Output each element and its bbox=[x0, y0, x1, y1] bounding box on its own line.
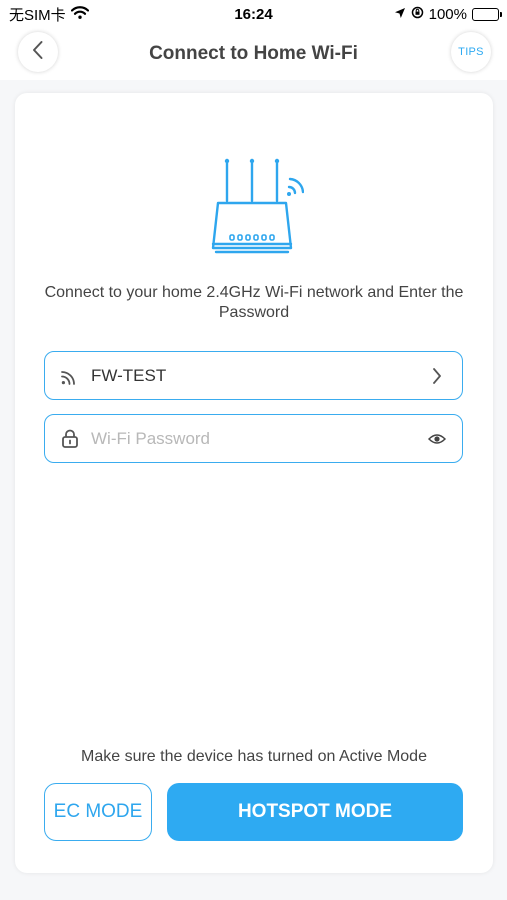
status-left: 无SIM卡 bbox=[9, 4, 89, 25]
battery-icon bbox=[472, 7, 502, 21]
lock-icon bbox=[59, 428, 81, 450]
ec-mode-button[interactable]: EC MODE bbox=[44, 783, 152, 841]
rotation-lock-icon bbox=[411, 6, 424, 23]
active-mode-note: Make sure the device has turned on Activ… bbox=[81, 748, 427, 765]
location-arrow-icon bbox=[394, 6, 406, 23]
hotspot-mode-button[interactable]: HOTSPOT MODE bbox=[167, 783, 463, 841]
header: Connect to Home Wi-Fi TIPS bbox=[0, 28, 507, 80]
back-button[interactable] bbox=[18, 32, 58, 72]
password-field bbox=[44, 414, 463, 463]
chevron-right-icon bbox=[426, 365, 448, 387]
status-right: 100% bbox=[394, 5, 502, 23]
back-chevron-icon bbox=[31, 40, 45, 65]
instruction-text: Connect to your home 2.4GHz Wi-Fi networ… bbox=[44, 284, 464, 321]
status-bar: 无SIM卡 16:24 100% bbox=[0, 0, 507, 28]
wifi-icon bbox=[59, 365, 81, 387]
wifi-network-selector[interactable]: FW-TEST bbox=[44, 351, 463, 400]
password-input[interactable] bbox=[91, 428, 426, 449]
page-title: Connect to Home Wi-Fi bbox=[149, 43, 358, 64]
eye-icon[interactable] bbox=[426, 428, 448, 450]
router-icon bbox=[204, 153, 305, 263]
main-card: Connect to your home 2.4GHz Wi-Fi networ… bbox=[15, 93, 493, 873]
carrier-label: 无SIM卡 bbox=[9, 6, 66, 24]
battery-percent: 100% bbox=[428, 5, 467, 23]
ssid-value: FW-TEST bbox=[91, 365, 167, 385]
wifi-signal-icon bbox=[70, 5, 89, 23]
tips-button[interactable]: TIPS bbox=[451, 32, 491, 72]
